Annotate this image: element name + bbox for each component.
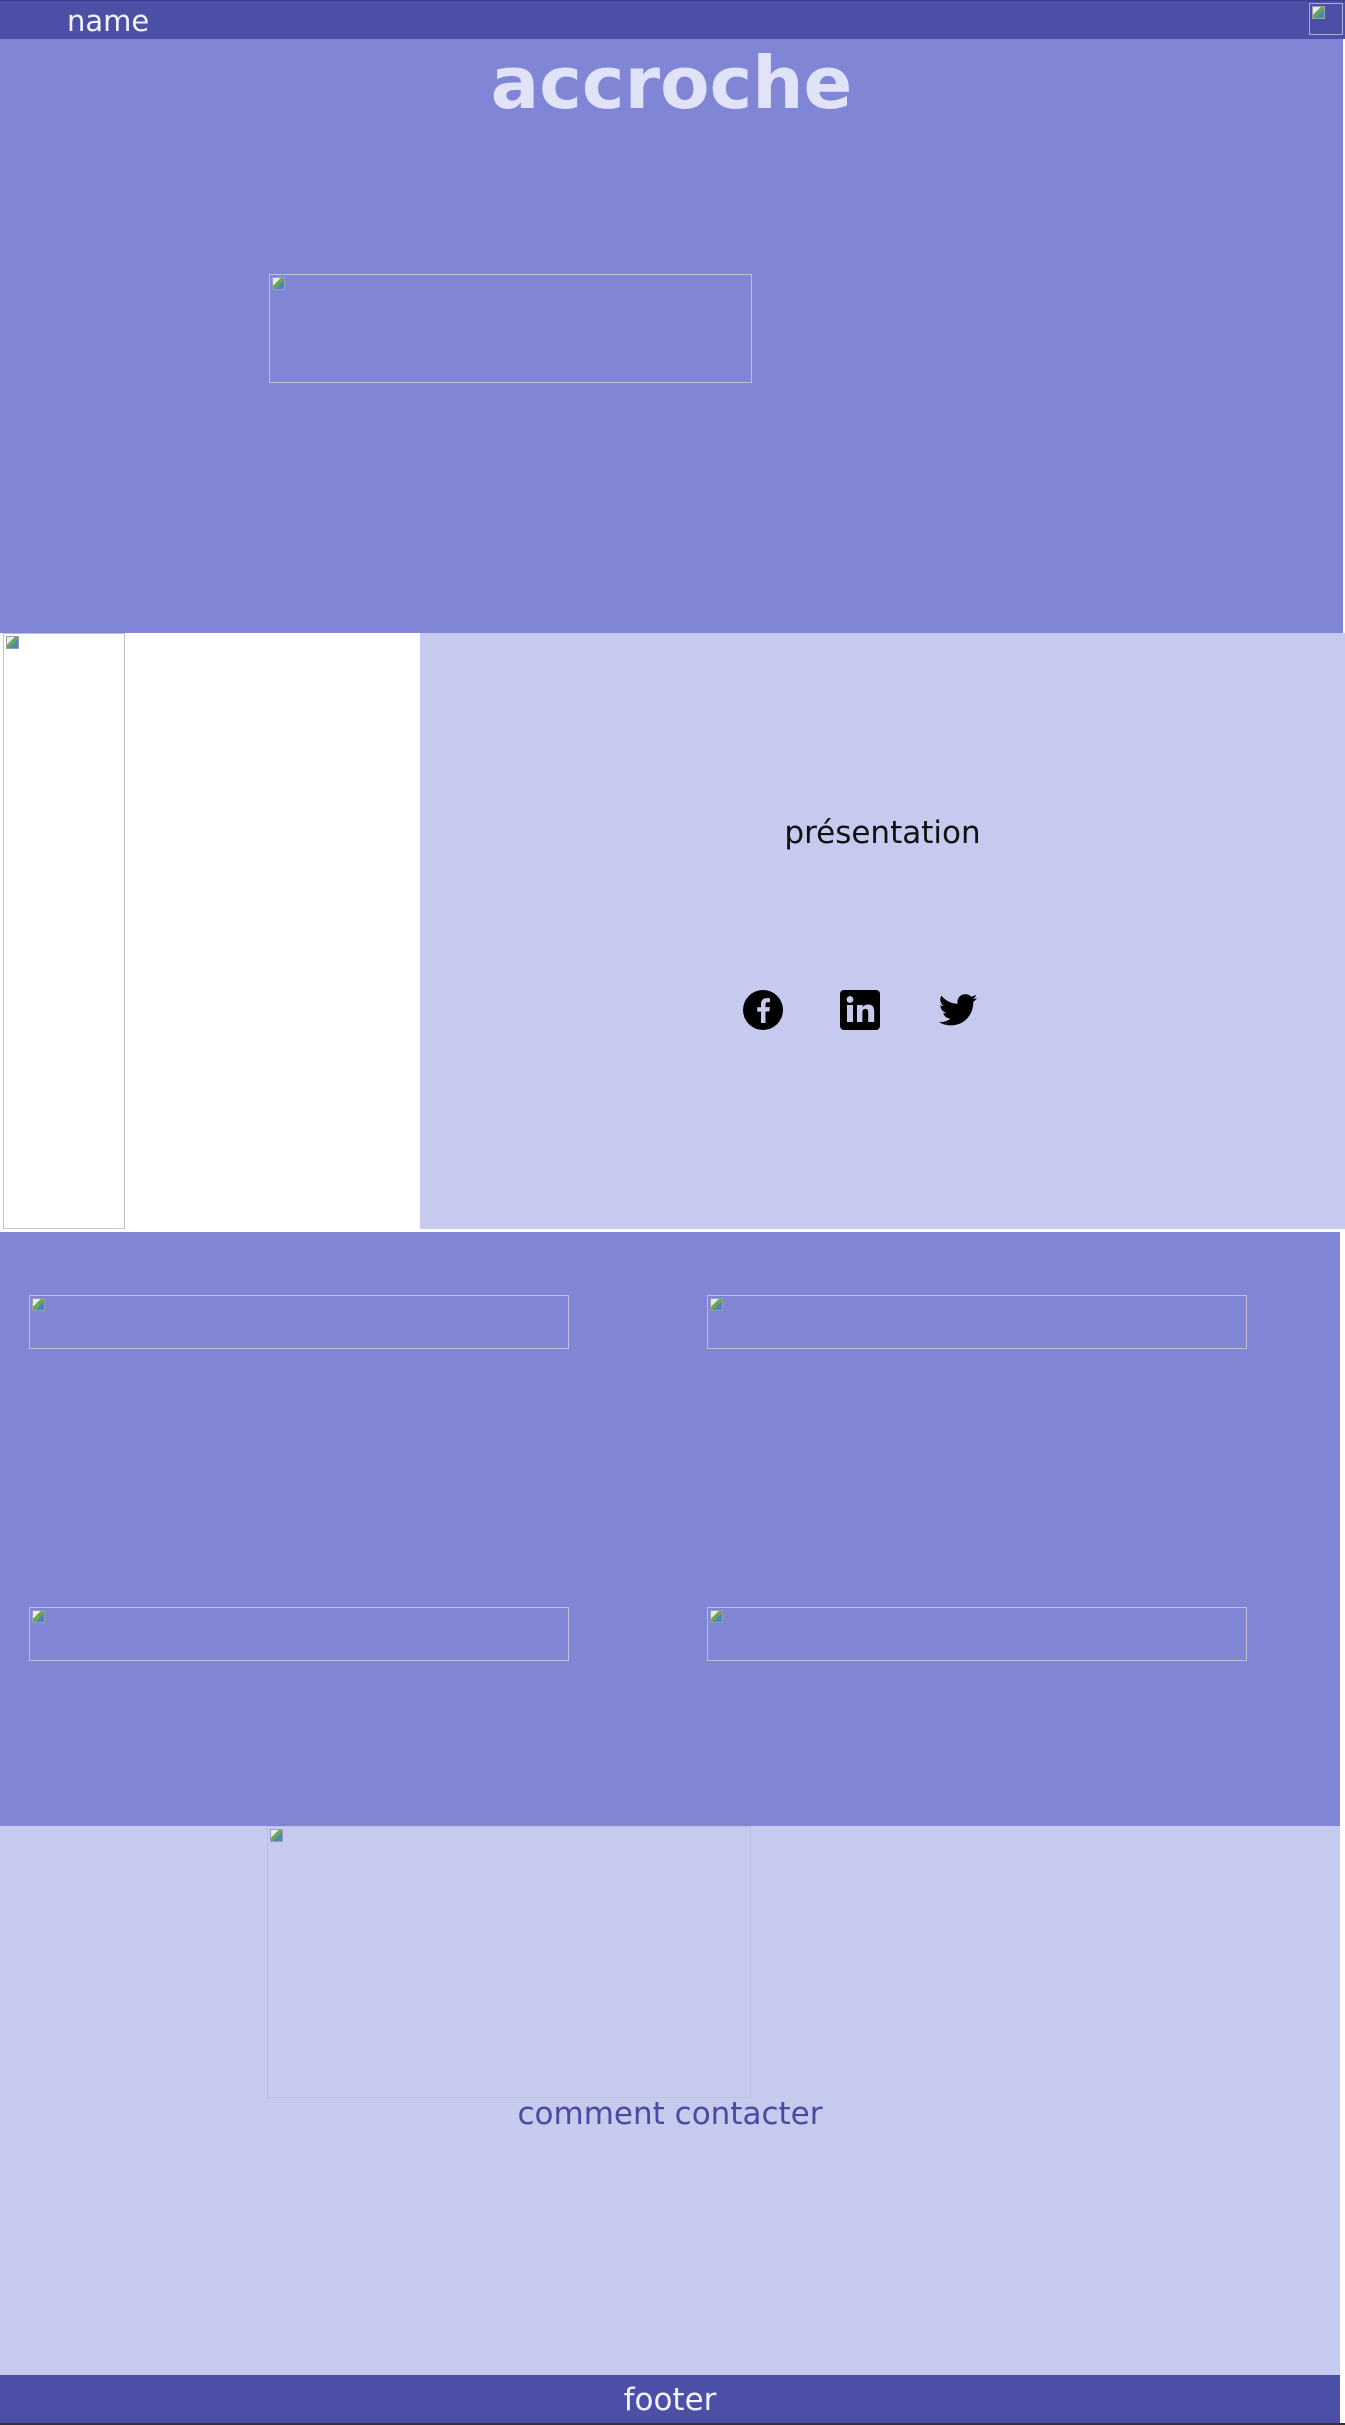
gallery-image [29,1295,569,1349]
presentation-title: présentation [784,815,981,851]
gallery-image [29,1607,569,1661]
hero-accroche: accroche [490,41,853,125]
twitter-icon [938,994,978,1026]
contact-section: comment contacter [0,1826,1340,2375]
broken-image-icon[interactable] [1309,3,1343,35]
contact-label[interactable]: comment contacter [0,2096,1340,2132]
page: name accroche présentation comment conta… [0,0,1345,2425]
gallery-image [707,1607,1247,1661]
presentation-section: présentation [0,633,1345,1229]
facebook-link[interactable] [742,989,784,1031]
header-bar: name [0,0,1345,39]
gallery-section [0,1232,1340,1826]
linkedin-link[interactable] [839,989,881,1031]
gallery-image [707,1295,1247,1349]
hero-section: accroche [0,39,1343,633]
facebook-icon [743,990,783,1030]
linkedin-icon [840,990,880,1030]
presentation-image [3,633,125,1229]
hero-image [269,274,752,383]
presentation-panel: présentation [420,633,1345,1229]
footer: footer [0,2375,1340,2423]
footer-text: footer [623,2382,717,2418]
site-name[interactable]: name [67,1,149,40]
twitter-link[interactable] [937,989,979,1031]
contact-image [267,1826,751,2098]
